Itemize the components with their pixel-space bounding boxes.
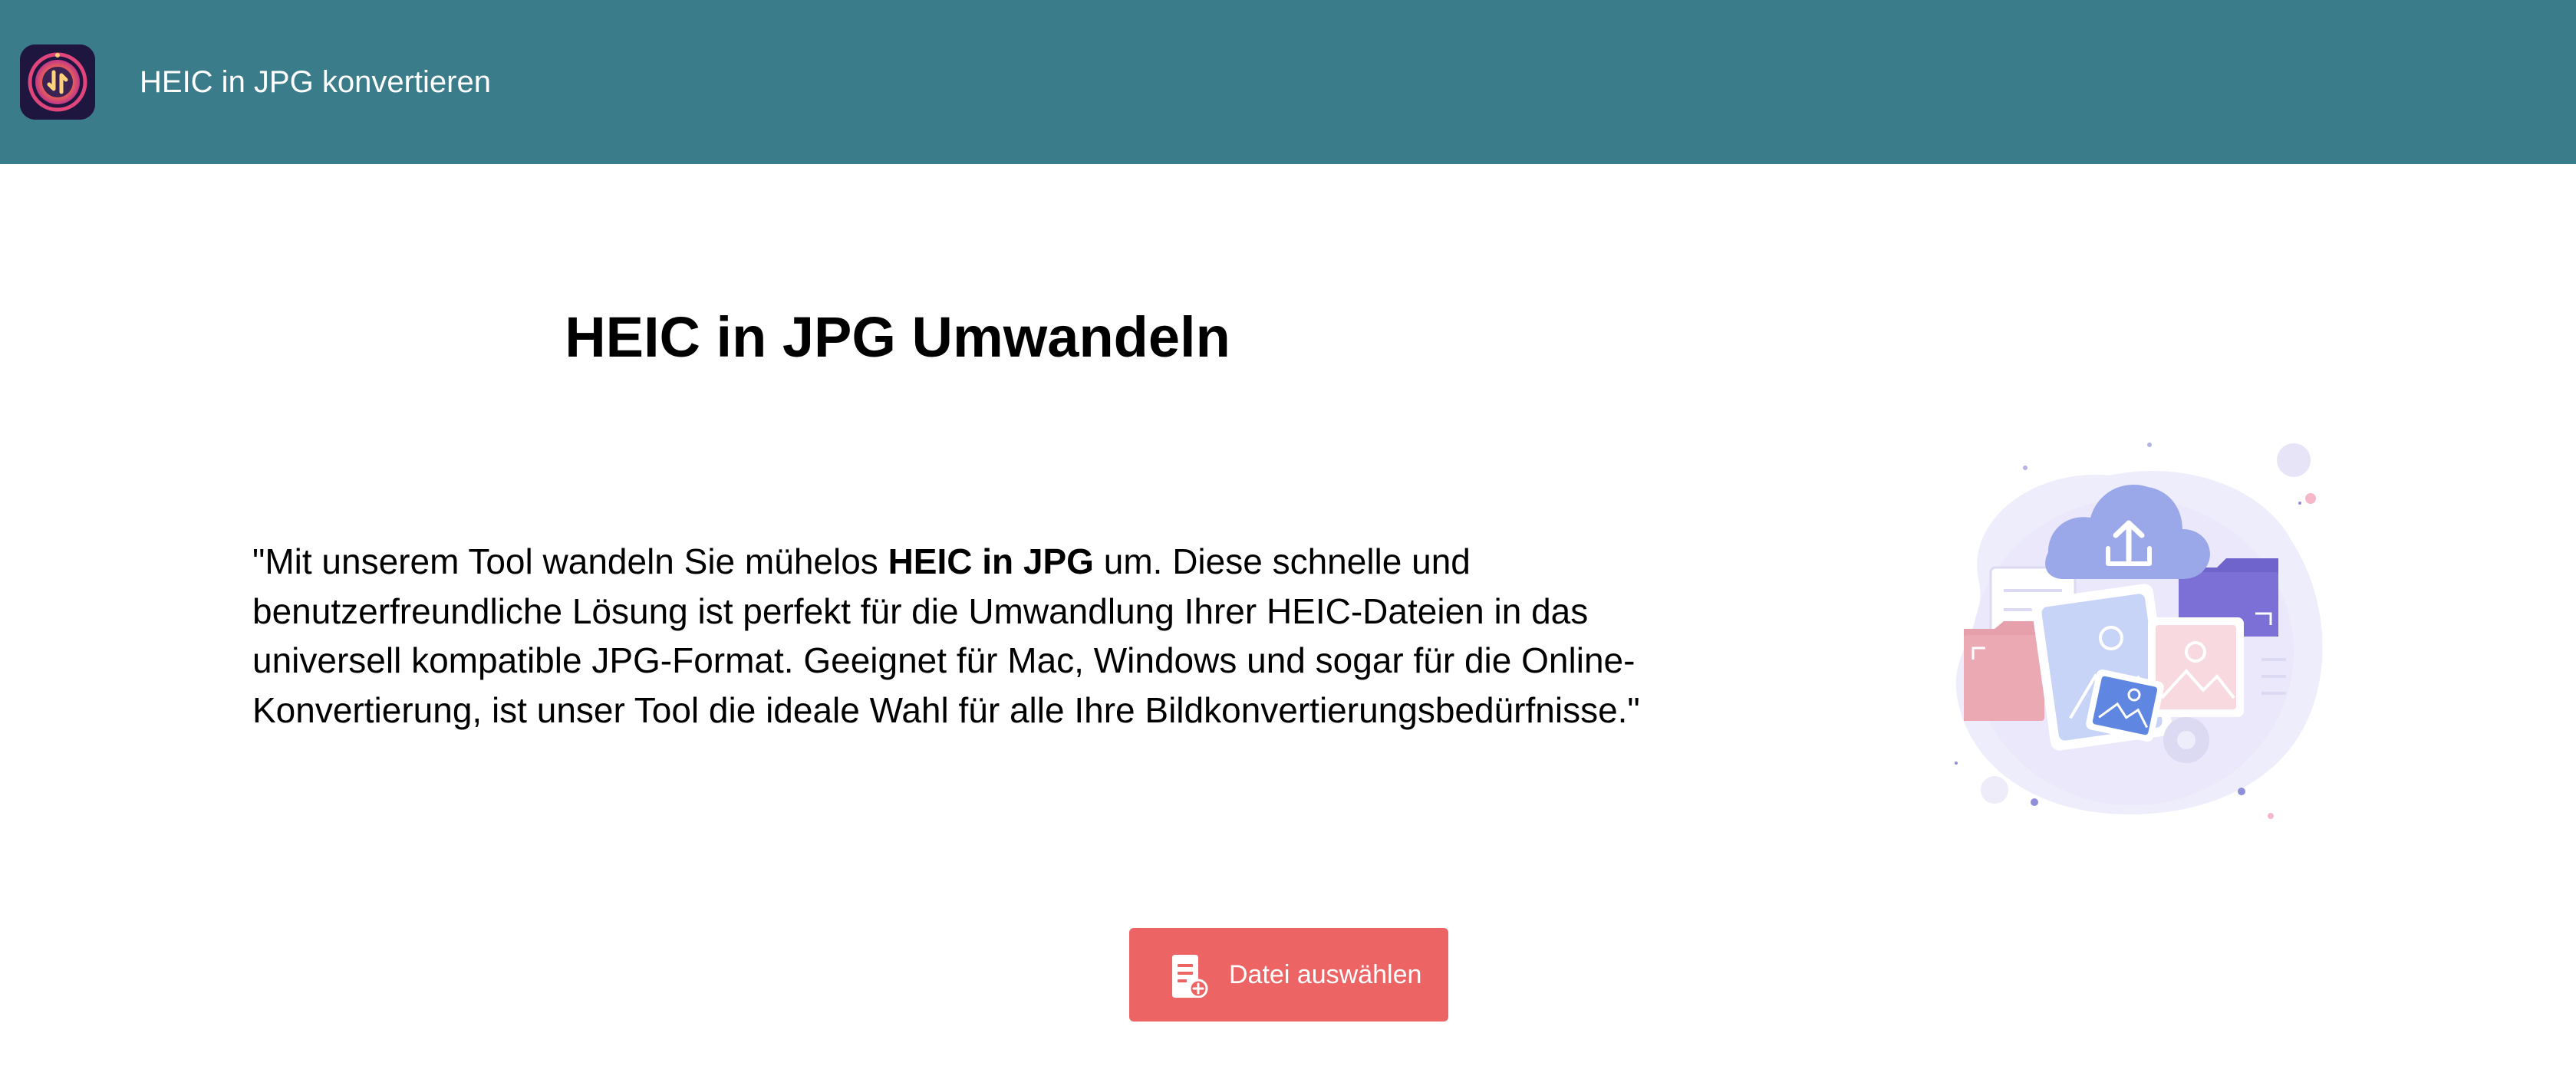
select-file-button[interactable]: Datei auswählen: [1129, 928, 1448, 1022]
app-logo-icon[interactable]: [20, 44, 95, 120]
description-text: "Mit unserem Tool wandeln Sie mühelos HE…: [252, 537, 1986, 735]
description-line-1-end: um. Diese schnelle und: [1093, 541, 1471, 581]
description-line-4: Konvertierung, ist unser Tool die ideale…: [252, 689, 1640, 730]
description-line-1: "Mit unserem Tool wandeln Sie mühelos HE…: [252, 537, 1986, 587]
file-add-icon: [1169, 955, 1209, 999]
description-line-2: benutzerfreundliche Lösung ist perfekt f…: [252, 591, 1589, 631]
app-header: HEIC in JPG konvertieren: [0, 0, 2576, 164]
header-title[interactable]: HEIC in JPG konvertieren: [140, 63, 491, 101]
cloud-upload-files-illustration: [1933, 437, 2332, 828]
description-line-1-start: "Mit unserem Tool wandeln Sie mühelos: [252, 541, 888, 581]
description-line-3: universell kompatible JPG-Format. Geeign…: [252, 640, 1636, 680]
select-file-button-label: Datei auswählen: [1229, 960, 1422, 989]
description-highlight: HEIC in JPG: [888, 541, 1094, 581]
page-heading: HEIC in JPG Umwandeln: [565, 305, 1230, 369]
